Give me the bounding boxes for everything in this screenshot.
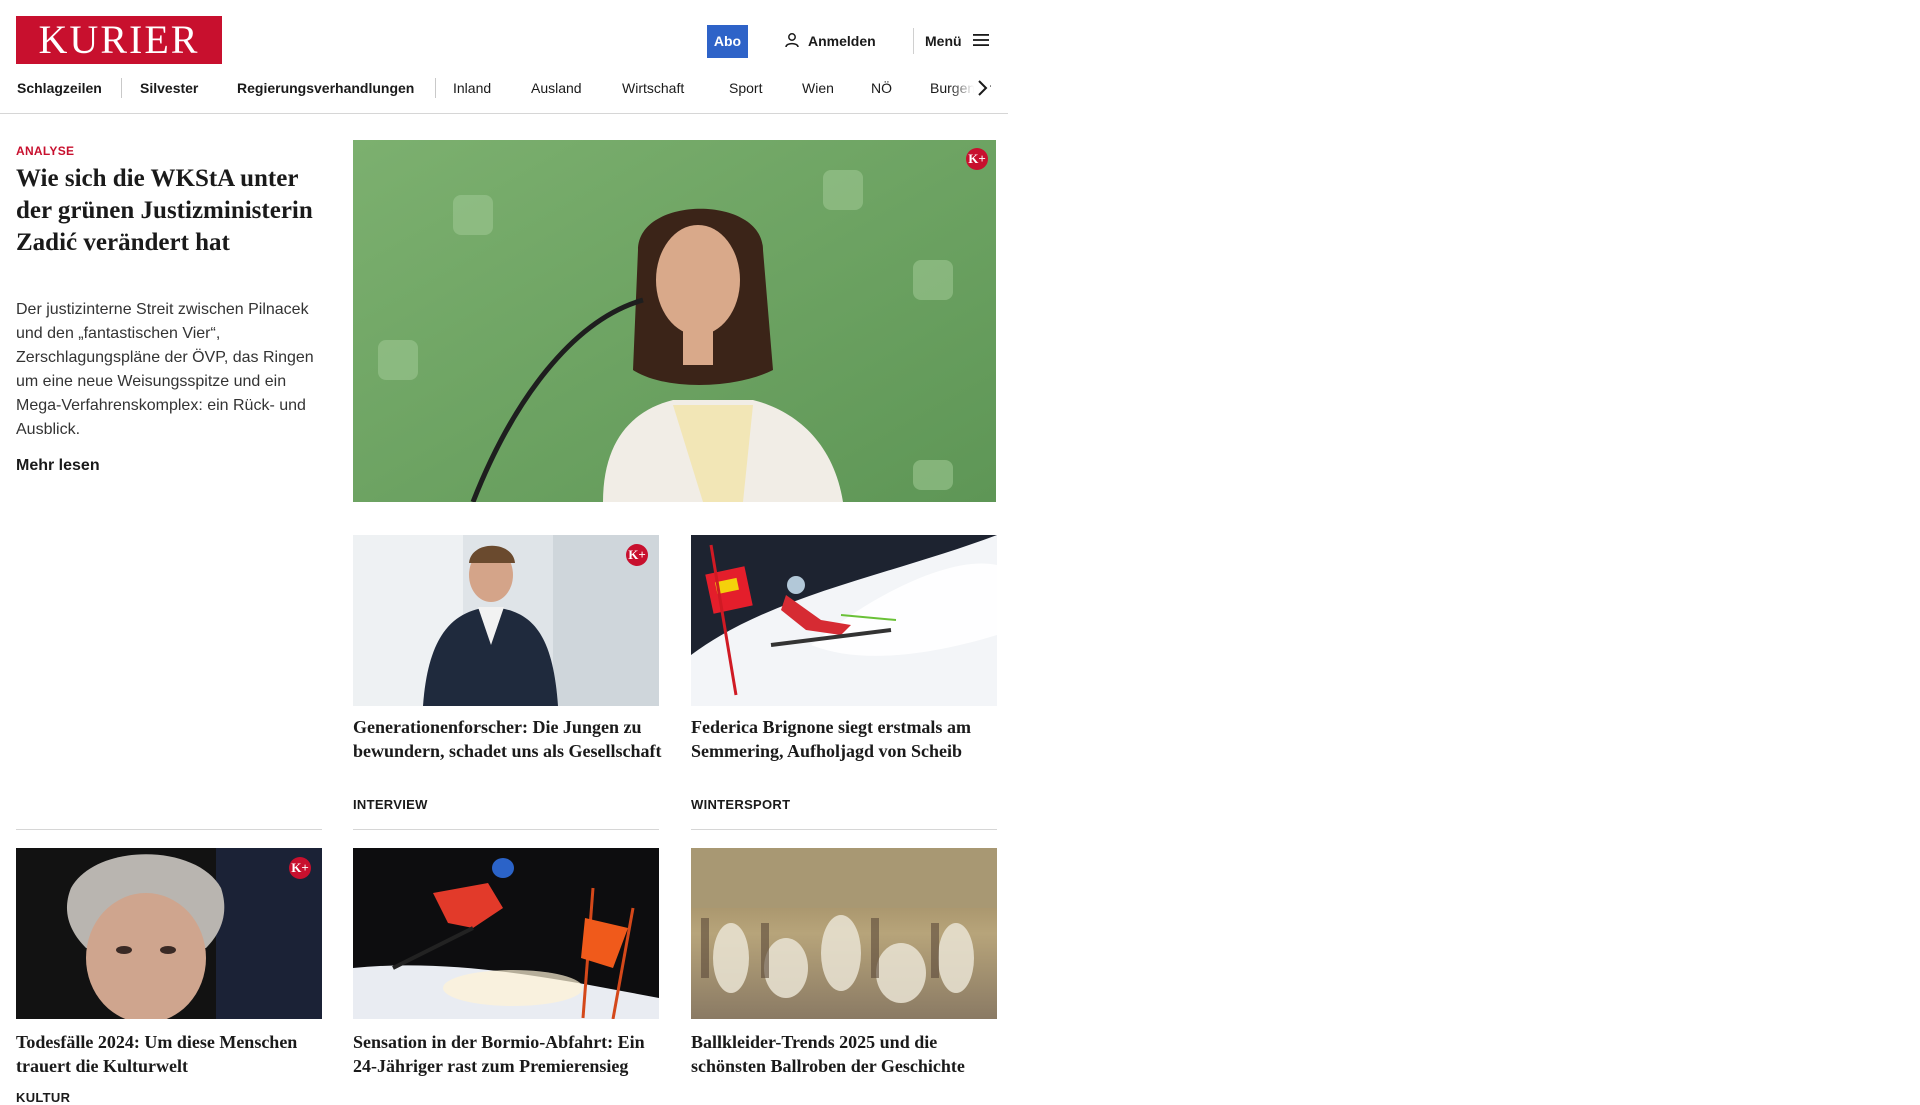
nav-separator — [121, 78, 122, 98]
header-divider — [913, 28, 914, 54]
card-category: INTERVIEW — [353, 797, 428, 812]
nav-item-inland[interactable]: Inland — [453, 78, 491, 98]
card-title[interactable]: Federica Brignone siegt erstmals am Semm… — [691, 715, 1001, 763]
lead-image[interactable]: K+ — [353, 140, 996, 502]
nav-item-silvester[interactable]: Silvester — [140, 78, 198, 98]
nav-item-wirtschaft[interactable]: Wirtschaft — [622, 78, 684, 98]
row-divider — [16, 829, 322, 830]
lead-title[interactable]: Wie sich die WKStA un­ter der grünen Jus… — [16, 163, 316, 259]
card-image[interactable] — [353, 848, 659, 1019]
card-image[interactable]: K+ — [16, 848, 322, 1019]
login-button[interactable]: Anmelden — [784, 30, 876, 52]
user-icon — [784, 32, 800, 51]
lead-teaser: Der justizinterne Streit zwischen Pilnac… — [16, 301, 314, 438]
nav-divider — [0, 113, 1008, 114]
section-nav: Schlagzeilen Silvester Regierungsverhand… — [16, 78, 991, 98]
chevron-right-icon[interactable] — [974, 78, 990, 98]
card-title[interactable]: Generationenforscher: Die Jungen zu bewu… — [353, 715, 663, 763]
hamburger-icon — [972, 33, 990, 50]
abo-button[interactable]: Abo — [707, 25, 748, 58]
lead-kicker: ANALYSE — [16, 144, 75, 158]
card-image[interactable] — [691, 848, 997, 1019]
row-divider — [691, 829, 997, 830]
nav-item-wien[interactable]: Wien — [802, 78, 834, 98]
nav-item-schlagzeilen[interactable]: Schlagzeilen — [17, 78, 102, 98]
k-plus-badge: K+ — [966, 148, 988, 170]
k-plus-badge: K+ — [289, 857, 311, 879]
menu-button[interactable]: Menü — [925, 30, 990, 52]
k-plus-badge: K+ — [626, 544, 648, 566]
card-image[interactable]: K+ — [353, 535, 659, 706]
row-divider — [353, 829, 659, 830]
card-image[interactable] — [691, 535, 997, 706]
nav-separator — [435, 78, 436, 98]
card-category: KULTUR — [16, 1090, 71, 1105]
nav-item-regierungsverhandlungen[interactable]: Regierungsverhandlungen — [237, 78, 414, 98]
card-title[interactable]: Ballkleider-Trends 2025 und die schönste… — [691, 1030, 1001, 1078]
menu-label: Menü — [925, 33, 962, 49]
nav-item-sport[interactable]: Sport — [729, 78, 762, 98]
card-title[interactable]: Todesfälle 2024: Um diese Men­schen trau… — [16, 1030, 316, 1078]
card-title[interactable]: Sensation in der Bormio-Abfahrt: Ein 24-… — [353, 1030, 663, 1078]
read-more-link[interactable]: Mehr lesen — [16, 457, 100, 475]
nav-item-ausland[interactable]: Ausland — [531, 78, 582, 98]
login-label: Anmelden — [808, 33, 876, 49]
card-category: WINTERSPORT — [691, 797, 791, 812]
kurier-logo[interactable]: KURIER — [16, 16, 222, 64]
nav-item-noe[interactable]: NÖ — [871, 78, 892, 98]
